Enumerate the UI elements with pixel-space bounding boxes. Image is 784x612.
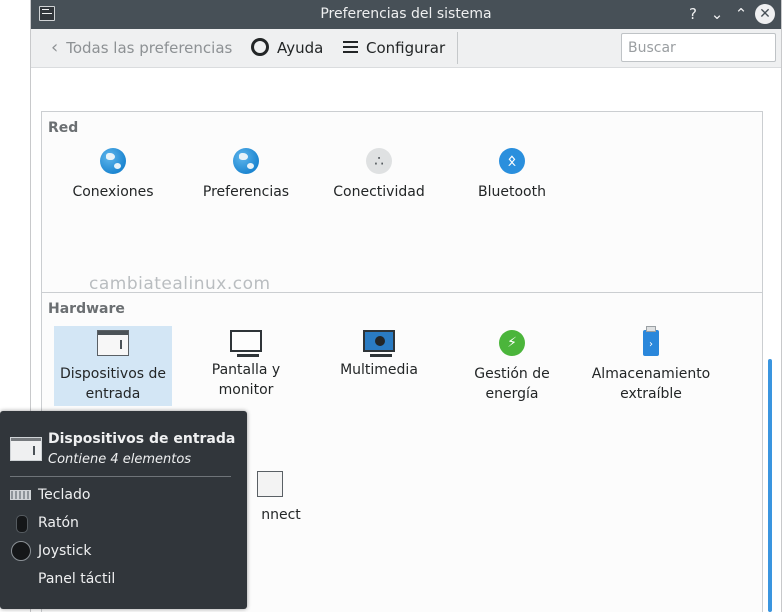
item-multimedia[interactable]: Multimedia bbox=[320, 330, 438, 380]
item-preferencias[interactable]: Preferencias bbox=[187, 148, 305, 202]
help-titlebar-button[interactable]: ? bbox=[683, 4, 703, 24]
joystick-icon bbox=[10, 540, 32, 562]
bluetooth-icon: ᛟ bbox=[499, 148, 525, 174]
item-label: Bluetooth bbox=[478, 184, 546, 200]
popup-separator bbox=[10, 476, 231, 477]
tooltip-popup: Dispositivos de entrada Contiene 4 eleme… bbox=[0, 411, 247, 609]
configure-button[interactable]: Configurar bbox=[343, 29, 445, 67]
item-dispositivos-de-entrada[interactable]: Dispositivos de entrada bbox=[54, 326, 172, 406]
item-label: Pantalla y monitor bbox=[211, 362, 281, 398]
keyboard-icon bbox=[10, 484, 32, 506]
item-almacenamiento-extraible[interactable]: › Almacenamiento extraíble bbox=[586, 326, 716, 404]
mouse-icon bbox=[10, 512, 32, 534]
monitor-icon bbox=[230, 330, 262, 357]
popup-item-label: Panel táctil bbox=[38, 571, 116, 587]
close-button[interactable]: ✕ bbox=[755, 4, 775, 24]
usb-storage-icon: › bbox=[643, 326, 659, 356]
kdeconnect-icon bbox=[257, 471, 283, 497]
group-title-hardware: Hardware bbox=[48, 301, 125, 317]
titlebar[interactable]: Preferencias del sistema ? ⌄ ⌃ ✕ bbox=[31, 0, 781, 29]
item-label: Preferencias bbox=[202, 184, 290, 200]
item-label: Dispositivos de entrada bbox=[59, 366, 167, 402]
popup-item-label: Ratón bbox=[38, 515, 79, 531]
hamburger-menu-icon bbox=[343, 41, 358, 53]
help-button[interactable]: Ayuda bbox=[251, 29, 323, 67]
window-title: Preferencias del sistema bbox=[320, 6, 492, 22]
popup-item-joystick[interactable]: Joystick bbox=[10, 540, 91, 562]
multimedia-icon bbox=[363, 330, 395, 357]
item-label: Almacenamiento extraíble bbox=[591, 366, 711, 402]
energy-icon: ⚡ bbox=[499, 330, 525, 356]
popup-item-label: Teclado bbox=[38, 487, 91, 503]
all-preferences-button[interactable]: ‹ Todas las preferencias bbox=[51, 29, 232, 67]
toolbar: ‹ Todas las preferencias Ayuda Configurar bbox=[31, 29, 781, 68]
watermark-text: cambiatealinux.com bbox=[89, 274, 271, 294]
minimize-button[interactable]: ⌄ bbox=[707, 4, 727, 24]
item-label: Conectividad bbox=[333, 184, 425, 200]
share-icon: ∴ bbox=[366, 148, 392, 174]
popup-item-label: Joystick bbox=[38, 543, 92, 559]
help-label: Ayuda bbox=[277, 39, 324, 57]
popup-title: Dispositivos de entrada bbox=[48, 431, 236, 447]
lifebuoy-icon bbox=[251, 38, 269, 56]
touchpad-icon bbox=[10, 568, 32, 590]
globe-icon bbox=[233, 148, 259, 174]
item-conexiones[interactable]: Conexiones bbox=[54, 148, 172, 202]
popup-subtitle: Contiene 4 elementos bbox=[48, 452, 192, 467]
search-input[interactable] bbox=[621, 33, 776, 62]
item-label: Conexiones bbox=[72, 184, 154, 200]
popup-item-teclado[interactable]: Teclado bbox=[10, 484, 90, 506]
item-label: Gestión de energía bbox=[474, 366, 550, 402]
item-label: Multimedia bbox=[340, 362, 418, 378]
globe-icon bbox=[100, 148, 126, 174]
chevron-left-icon: ‹ bbox=[51, 37, 59, 58]
scrollbar-thumb[interactable] bbox=[768, 359, 772, 612]
item-pantalla-y-monitor[interactable]: Pantalla y monitor bbox=[187, 330, 305, 400]
input-devices-icon bbox=[97, 330, 129, 356]
configure-label: Configurar bbox=[366, 39, 446, 57]
input-devices-icon bbox=[10, 437, 42, 461]
popup-item-raton[interactable]: Ratón bbox=[10, 512, 79, 534]
item-bluetooth[interactable]: ᛟ Bluetooth bbox=[453, 148, 571, 202]
toolbar-separator bbox=[457, 32, 458, 64]
item-conectividad[interactable]: ∴ Conectividad bbox=[320, 148, 438, 202]
popup-item-panel-tactil[interactable]: Panel táctil bbox=[10, 568, 115, 590]
all-preferences-label: Todas las preferencias bbox=[66, 39, 233, 57]
group-title-red: Red bbox=[48, 120, 79, 136]
maximize-button[interactable]: ⌃ bbox=[731, 4, 751, 24]
item-gestion-de-energia[interactable]: ⚡ Gestión de energía bbox=[453, 330, 571, 404]
